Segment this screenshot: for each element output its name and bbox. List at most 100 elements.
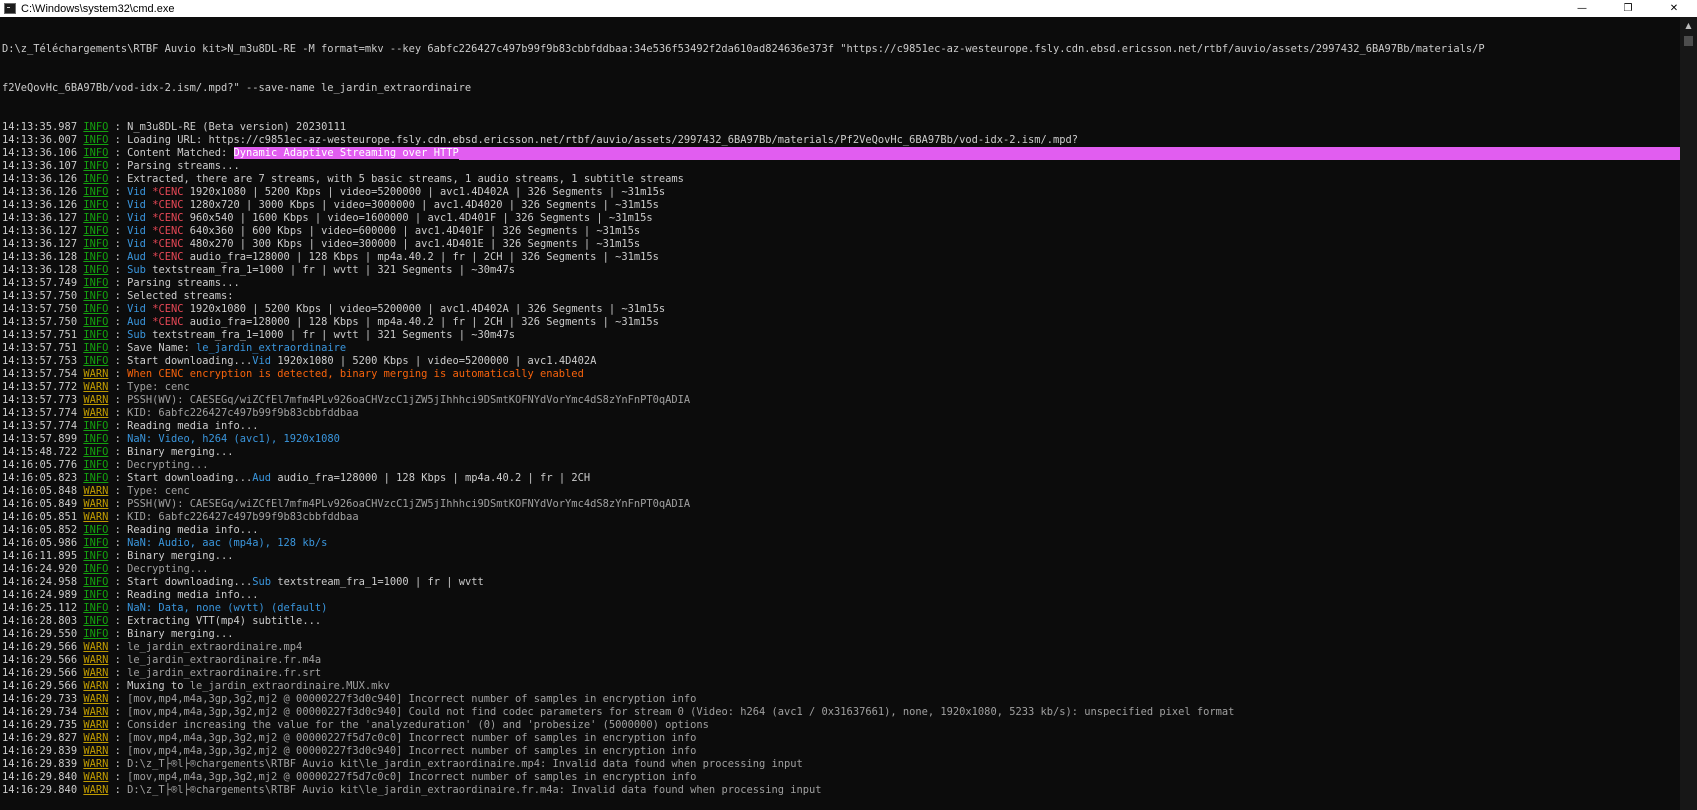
log-message: Decrypting... (127, 563, 209, 575)
command-line-continued: f2VeQovHc_6BA97Bb/vod-idx-2.ism/.mpd?" -… (2, 82, 472, 94)
log-line: 14:13:36.106 INFO : Content Matched: Dyn… (2, 147, 1680, 160)
log-line: 14:16:29.840 WARN : D:\z_T├®l├®chargemen… (2, 784, 822, 796)
log-message: Extracting VTT(mp4) subtitle... (127, 615, 322, 627)
title-bar[interactable]: C:\Windows\system32\cmd.exe — ❐ ✕ (0, 0, 1697, 17)
log-message: N_m3u8DL-RE (Beta version) 20230111 (127, 121, 347, 133)
log-line: 14:16:29.827 WARN : [mov,mp4,m4a,3gp,3g2… (2, 732, 697, 744)
log-line: 14:16:29.550 INFO : Binary merging... (2, 628, 234, 640)
log-timestamp: 14:13:36.127 (2, 212, 78, 224)
log-level-warn: WARN (83, 732, 109, 744)
log-level-info: INFO (83, 602, 109, 614)
log-timestamp: 14:13:36.007 (2, 134, 78, 146)
log-level-warn: WARN (83, 745, 109, 757)
log-line: 14:13:57.751 INFO : Sub textstream_fra_1… (2, 329, 516, 341)
log-message: 480x270 | 300 Kbps | video=300000 | avc1… (183, 238, 641, 250)
log-level-info: INFO (83, 433, 109, 445)
cmd-window: C:\Windows\system32\cmd.exe — ❐ ✕ D:\z_T… (0, 0, 1697, 810)
maximize-button[interactable]: ❐ (1605, 0, 1651, 17)
log-level-warn: WARN (83, 784, 109, 796)
log-line: 14:16:29.839 WARN : D:\z_T├®l├®chargemen… (2, 758, 803, 770)
log-message: D:\z_T├®l├®chargements\RTBF Auvio kit\le… (127, 784, 822, 796)
terminal-output[interactable]: D:\z_Téléchargements\RTBF Auvio kit>N_m3… (0, 17, 1680, 810)
log-message: Reading media info... (127, 589, 259, 601)
log-timestamp: 14:13:57.754 (2, 368, 78, 380)
log-message: 1920x1080 | 5200 Kbps | video=5200000 | … (271, 355, 597, 367)
log-level-info: INFO (83, 290, 109, 302)
log-line: 14:13:57.750 INFO : Selected streams: (2, 290, 234, 302)
log-message: When CENC encryption is detected, binary… (127, 368, 584, 380)
log-timestamp: 14:13:57.751 (2, 342, 78, 354)
log-level-warn: WARN (83, 706, 109, 718)
scroll-up-arrow-icon[interactable]: ▲ (1680, 17, 1697, 34)
log-line: 14:13:36.127 INFO : Vid *CENC 480x270 | … (2, 238, 641, 250)
log-timestamp: 14:16:29.566 (2, 641, 78, 653)
log-message: audio_fra=128000 | 128 Kbps | mp4a.40.2 … (183, 251, 659, 263)
log-timestamp: 14:16:24.920 (2, 563, 78, 575)
log-level-warn: WARN (83, 771, 109, 783)
log-line: 14:13:57.773 WARN : PSSH(WV): CAESEGq/wi… (2, 394, 691, 406)
log-line: 14:13:57.750 INFO : Aud *CENC audio_fra=… (2, 316, 659, 328)
log-line: 14:16:29.734 WARN : [mov,mp4,m4a,3gp,3g2… (2, 706, 1235, 718)
log-line: 14:16:05.852 INFO : Reading media info..… (2, 524, 259, 536)
log-level-info: INFO (83, 199, 109, 211)
log-line: 14:16:05.776 INFO : Decrypting... (2, 459, 209, 471)
log-timestamp: 14:13:57.773 (2, 394, 78, 406)
log-timestamp: 14:16:29.735 (2, 719, 78, 731)
command-line: D:\z_Téléchargements\RTBF Auvio kit>N_m3… (2, 43, 1485, 55)
log-timestamp: 14:16:05.851 (2, 511, 78, 523)
log-timestamp: 14:16:05.776 (2, 459, 78, 471)
log-line: 14:13:57.754 WARN : When CENC encryption… (2, 368, 584, 380)
log-timestamp: 14:16:29.839 (2, 745, 78, 757)
log-timestamp: 14:13:57.750 (2, 303, 78, 315)
log-message: Extracted, there are 7 streams, with 5 b… (127, 173, 684, 185)
log-line: 14:16:05.849 WARN : PSSH(WV): CAESEGq/wi… (2, 498, 691, 510)
log-level-warn: WARN (83, 680, 109, 692)
log-message: Sub (127, 329, 146, 341)
log-message: Consider increasing the value for the 'a… (127, 719, 709, 731)
log-level-info: INFO (83, 342, 109, 354)
log-timestamp: 14:16:05.848 (2, 485, 78, 497)
log-message: textstream_fra_1=1000 | fr | wvtt (271, 576, 484, 588)
log-message: Vid (127, 186, 153, 198)
log-line: 14:16:05.986 INFO : NaN: Audio, aac (mp4… (2, 537, 328, 549)
log-level-warn: WARN (83, 693, 109, 705)
log-message: [mov,mp4,m4a,3gp,3g2,mj2 @ 00000227f5d7c… (127, 732, 697, 744)
log-level-info: INFO (83, 420, 109, 432)
log-message: PSSH(WV): CAESEGq/wiZCfEl7mfm4PLv926oaCH… (127, 498, 691, 510)
log-message: KID: 6abfc226427c497b99f9b83cbbfddbaa (127, 407, 359, 419)
log-level-info: INFO (83, 550, 109, 562)
log-message: *CENC (152, 303, 184, 315)
log-timestamp: 14:13:36.126 (2, 173, 78, 185)
log-line: 14:16:29.840 WARN : [mov,mp4,m4a,3gp,3g2… (2, 771, 697, 783)
log-message: [mov,mp4,m4a,3gp,3g2,mj2 @ 00000227f5d7c… (127, 771, 697, 783)
log-line: 14:16:28.803 INFO : Extracting VTT(mp4) … (2, 615, 322, 627)
log-message: Aud (127, 316, 153, 328)
log-line: 14:13:36.126 INFO : Extracted, there are… (2, 173, 684, 185)
log-level-info: INFO (83, 576, 109, 588)
minimize-button[interactable]: — (1559, 0, 1605, 17)
log-line: 14:16:29.839 WARN : [mov,mp4,m4a,3gp,3g2… (2, 745, 697, 757)
log-message: Reading media info... (127, 524, 259, 536)
log-timestamp: 14:16:28.803 (2, 615, 78, 627)
log-line: 14:16:24.920 INFO : Decrypting... (2, 563, 209, 575)
log-message: 1920x1080 | 5200 Kbps | video=5200000 | … (183, 186, 666, 198)
log-line: 14:13:35.987 INFO : N_m3u8DL-RE (Beta ve… (2, 121, 347, 133)
log-message: Binary merging... (127, 550, 234, 562)
vertical-scrollbar[interactable]: ▲ (1680, 17, 1697, 810)
log-level-warn: WARN (83, 407, 109, 419)
log-line: 14:13:57.774 INFO : Reading media info..… (2, 420, 259, 432)
log-timestamp: 14:13:57.750 (2, 290, 78, 302)
scroll-thumb[interactable] (1684, 36, 1693, 46)
log-message: le_jardin_extraordinaire (195, 342, 347, 354)
log-message: Muxing to (127, 680, 190, 692)
close-button[interactable]: ✕ (1651, 0, 1697, 17)
log-level-info: INFO (83, 537, 109, 549)
window-controls: — ❐ ✕ (1559, 0, 1697, 17)
log-timestamp: 14:13:57.753 (2, 355, 78, 367)
log-timestamp: 14:15:48.722 (2, 446, 78, 458)
log-level-info: INFO (83, 303, 109, 315)
log-message: *CENC (152, 316, 184, 328)
log-line: 14:13:57.753 INFO : Start downloading...… (2, 355, 597, 367)
log-timestamp: 14:16:05.849 (2, 498, 78, 510)
log-timestamp: 14:13:57.772 (2, 381, 78, 393)
